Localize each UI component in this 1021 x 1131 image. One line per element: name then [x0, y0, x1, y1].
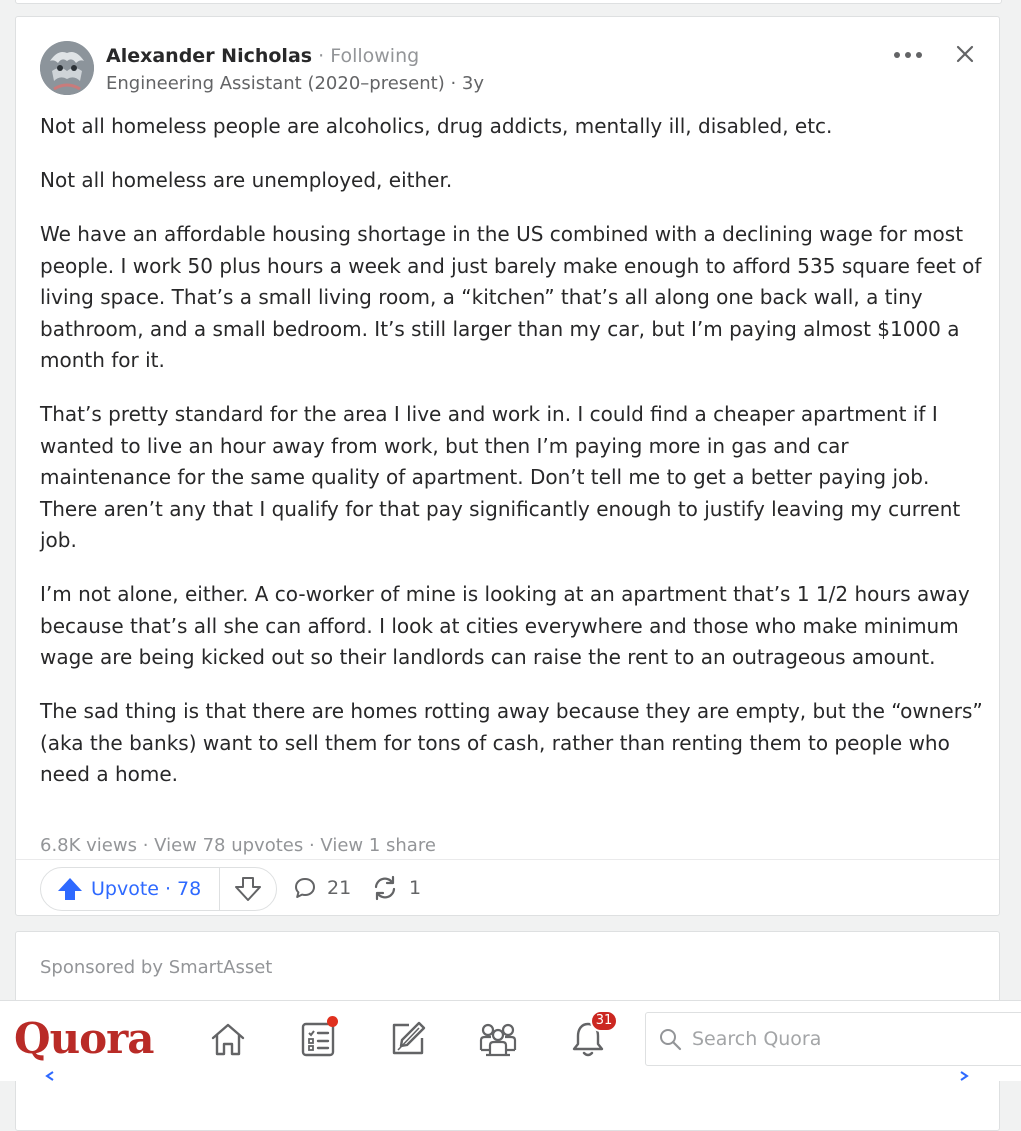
share-arrows-icon: [374, 875, 396, 901]
upvote-button[interactable]: Upvote · 78: [41, 868, 221, 910]
previous-card-edge: [15, 0, 1002, 4]
nav-following-button[interactable]: [298, 1016, 338, 1059]
answer-paragraph: Not all homeless people are alcoholics, …: [40, 114, 833, 138]
upvote-separator: ·: [164, 878, 172, 900]
answer-card: Alexander Nicholas · Following Engineeri…: [15, 16, 1000, 916]
bottom-nav: Quora 31 Search Quora: [0, 1000, 1021, 1081]
action-bar-divider: [16, 859, 999, 860]
stats-separator: ·: [136, 835, 155, 856]
answer-body: Not all homeless people are alcoholics, …: [40, 111, 985, 813]
author-line: Alexander Nicholas · Following: [106, 44, 419, 68]
vote-group: Upvote · 78: [40, 867, 278, 911]
follow-separator: ·: [312, 45, 331, 67]
answer-paragraph: The sad thing is that there are homes ro…: [40, 699, 983, 786]
sponsored-label: Sponsored by SmartAsset: [40, 957, 273, 978]
nav-spaces-button[interactable]: [478, 1019, 518, 1059]
quora-logo[interactable]: Quora: [14, 1011, 154, 1067]
close-icon: [956, 45, 974, 63]
comment-button[interactable]: 21: [293, 867, 351, 909]
nav-notifications-button[interactable]: 31: [568, 1010, 618, 1059]
answer-paragraph: I’m not alone, either. A co-worker of mi…: [40, 582, 970, 669]
upvote-arrow-icon: [58, 878, 82, 900]
answer-stats: 6.8K views · View 78 upvotes · View 1 sh…: [40, 834, 436, 858]
upvote-label: Upvote: [91, 878, 159, 900]
more-options-icon: [894, 52, 922, 58]
upvote-count: 78: [177, 878, 202, 900]
share-count: 1: [409, 877, 422, 899]
avatar-image: [40, 41, 94, 95]
nav-answer-button[interactable]: [388, 1019, 428, 1059]
stats-separator: ·: [303, 835, 321, 856]
unread-dot: [327, 1016, 338, 1027]
share-button[interactable]: 1: [371, 867, 421, 909]
nav-home-button[interactable]: [208, 1019, 248, 1059]
answer-paragraph: Not all homeless are unemployed, either.: [40, 168, 453, 192]
notifications-badge: 31: [590, 1010, 618, 1032]
author-credential: Engineering Assistant (2020–present) · 3…: [106, 73, 484, 94]
answer-paragraph: That’s pretty standard for the area I li…: [40, 402, 961, 552]
pencil-square-icon: [392, 1021, 426, 1055]
view-upvotes-link[interactable]: View 78 upvotes: [154, 835, 303, 856]
downvote-arrow-icon: [235, 877, 262, 901]
home-icon: [211, 1023, 245, 1056]
answer-paragraph: We have an affordable housing shortage i…: [40, 222, 982, 372]
comment-count: 21: [327, 877, 352, 899]
search-icon: [660, 1029, 682, 1051]
comment-bubble-icon: [295, 878, 315, 898]
close-button[interactable]: [950, 39, 980, 69]
downvote-button[interactable]: [220, 868, 276, 910]
search-bar[interactable]: [645, 1012, 1021, 1066]
more-options-button[interactable]: [888, 43, 928, 67]
views-count: 6.8K views: [40, 835, 137, 856]
view-shares-link[interactable]: View 1 share: [320, 835, 436, 856]
search-input[interactable]: [690, 1027, 994, 1051]
people-group-icon: [479, 1023, 517, 1057]
author-avatar[interactable]: [40, 41, 94, 95]
follow-status[interactable]: Following: [330, 45, 419, 67]
author-name[interactable]: Alexander Nicholas: [106, 45, 312, 67]
